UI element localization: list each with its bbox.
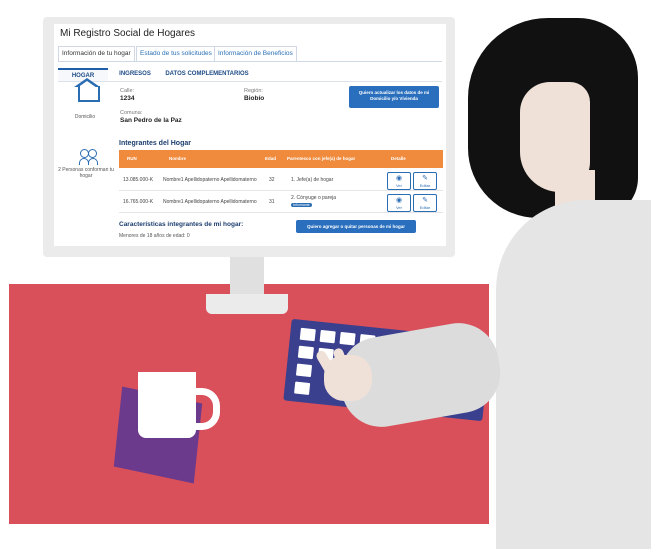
cell-parentesco: 1. Jefe(a) de hogar [291, 177, 334, 183]
mug-handle [189, 388, 220, 430]
subtab-divider [58, 81, 442, 82]
cell-run: 16.765.000-K [123, 199, 154, 205]
editar-label: Editar [419, 205, 431, 210]
comuna-value: San Pedro de la Paz [120, 117, 182, 124]
tab-informacion-hogar[interactable]: Información de tu hogar [58, 46, 135, 62]
th-detalle: Detalle [391, 156, 406, 161]
th-parentesco: Parentesco con jefe(a) de hogar [287, 156, 356, 161]
eye-icon: ◉ [395, 197, 403, 204]
region-label: Región: [244, 88, 263, 94]
editar-button[interactable]: ✎ Editar [413, 172, 437, 190]
house-icon-body [78, 86, 100, 102]
editar-label: Editar [419, 183, 431, 188]
monitor-stand-neck [230, 256, 264, 296]
monitor-stand-base [206, 294, 288, 314]
actualizar-domicilio-button[interactable]: Quiero actualizar los datos de mi Domici… [349, 86, 439, 108]
calle-value: 1234 [120, 95, 135, 102]
ver-label: Ver [395, 183, 402, 188]
people-icon [78, 149, 98, 165]
subtab-datos-complementarios[interactable]: DATOS COMPLEMENTARIOS [162, 68, 252, 80]
cell-edad: 31 [269, 199, 275, 205]
th-edad: Edad [265, 156, 277, 161]
monitor-screen: Mi Registro Social de Hogares Informació… [54, 24, 446, 246]
table-row: 16.765.000-K Nombre1 Apellidopaterno Ape… [119, 192, 443, 213]
caracteristicas-title: Características integrantes de mi hogar: [119, 221, 244, 228]
page-title: Mi Registro Social de Hogares [60, 28, 196, 39]
cell-edad: 32 [269, 177, 275, 183]
cell-nombre: Nombre1 Apellidopaterno Apellidomaterno [163, 177, 257, 183]
region-value: Biobío [244, 95, 265, 102]
coffee-mug [138, 372, 196, 438]
pencil-icon: ✎ [422, 197, 428, 204]
agregar-personas-button[interactable]: Quiero agregar o quitar personas de mi h… [296, 220, 416, 233]
integrantes-title: Integrantes del Hogar [119, 140, 191, 147]
ver-label: Ver [395, 205, 402, 210]
ver-button[interactable]: ◉ Ver [387, 172, 411, 190]
calle-label: Calle: [120, 88, 135, 94]
comuna-label: Comuna: [120, 110, 143, 116]
informante-badge: Informante [291, 203, 312, 207]
person-body [496, 200, 651, 549]
cell-parentesco: 2. Cónyuge o pareja [291, 195, 337, 201]
th-nombre: Nombre [169, 156, 187, 161]
tab-divider [58, 61, 442, 62]
tab-informacion-beneficios[interactable]: Información de Beneficios [214, 46, 297, 62]
ver-button[interactable]: ◉ Ver [387, 194, 411, 212]
domicilio-label: Domicilio [74, 114, 96, 120]
th-run: RUN [127, 156, 137, 161]
personas-label: 2 Personas conforman tu hogar [58, 167, 114, 179]
cell-nombre: Nombre1 Apellidopaterno Apellidomaterno [163, 199, 257, 205]
pencil-icon: ✎ [422, 175, 428, 182]
table-header: RUN Nombre Edad Parentesco con jefe(a) d… [119, 150, 443, 168]
eye-icon: ◉ [395, 175, 403, 182]
tab-estado-solicitudes[interactable]: Estado de tus solicitudes [136, 46, 216, 62]
cell-run: 13.085.000-K [123, 177, 154, 183]
table-row: 13.085.000-K Nombre1 Apellidopaterno Ape… [119, 170, 443, 191]
caracteristicas-subtitle: Menores de 18 años de edad: 0 [119, 233, 190, 239]
editar-button[interactable]: ✎ Editar [413, 194, 437, 212]
subtab-ingresos[interactable]: INGRESOS [110, 68, 160, 80]
